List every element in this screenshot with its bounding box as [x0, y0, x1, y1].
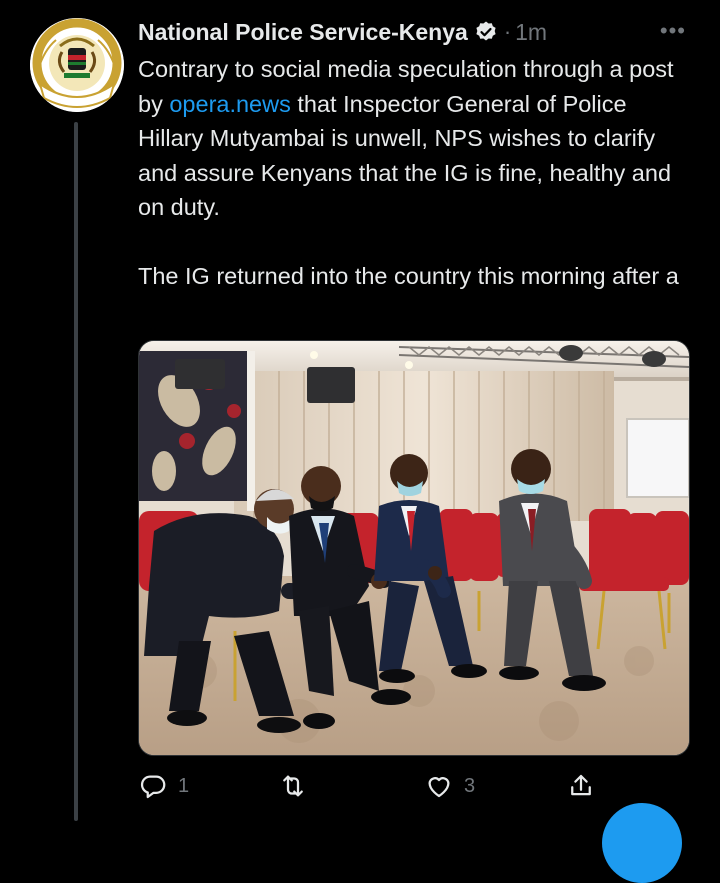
tweet-timestamp[interactable]: 1m [515, 19, 547, 46]
header-separator: · [503, 19, 512, 44]
author-avatar[interactable] [30, 18, 124, 112]
like-button[interactable]: 3 [424, 764, 475, 808]
tweet-paragraph-1: Contrary to social media speculation thr… [138, 52, 698, 225]
compose-tweet-button[interactable] [602, 803, 682, 883]
meeting-photo-illustration [139, 341, 689, 755]
reply-button[interactable]: 1 [138, 764, 189, 808]
tweet-header: National Police Service-Kenya · 1m ••• [138, 16, 698, 48]
police-seal-logo [30, 18, 124, 112]
share-icon [566, 771, 596, 801]
tweet-paragraph-2: The IG returned into the country this mo… [138, 262, 679, 289]
tweet-action-bar: 1 3 [138, 764, 698, 808]
retweet-icon [278, 771, 308, 801]
thread-connector-line [74, 122, 78, 821]
opera-news-link[interactable]: opera.news [169, 91, 291, 117]
more-options-icon[interactable]: ••• [660, 18, 686, 44]
like-icon [424, 771, 454, 801]
retweet-button[interactable] [278, 764, 318, 808]
reply-icon [138, 771, 168, 801]
verified-badge-icon [474, 20, 498, 44]
author-name[interactable]: National Police Service-Kenya [138, 19, 468, 46]
tweet-photo[interactable] [138, 340, 690, 756]
share-button[interactable] [566, 764, 596, 808]
like-count: 3 [464, 774, 476, 797]
reply-count: 1 [178, 774, 190, 797]
tweet-text: Contrary to social media speculation thr… [138, 52, 698, 293]
